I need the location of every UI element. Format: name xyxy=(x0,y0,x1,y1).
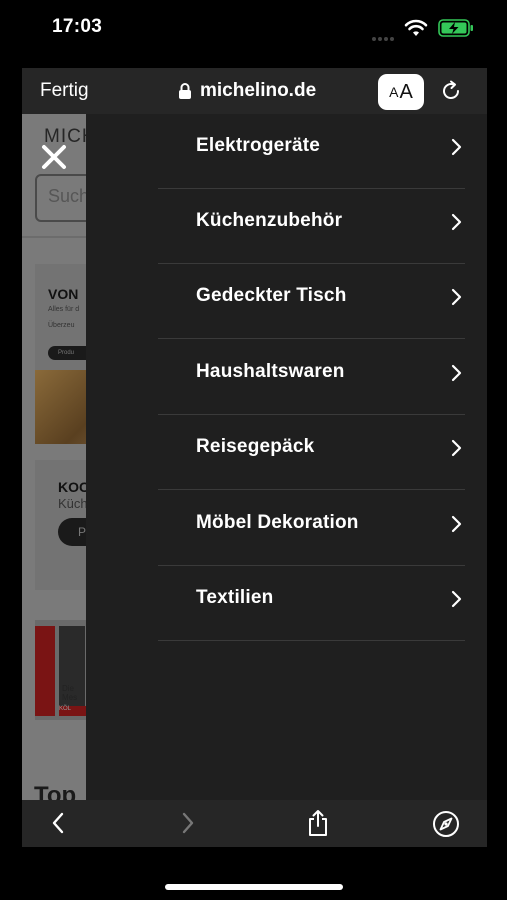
promo-card-text: Überzeu xyxy=(48,322,75,329)
forward-arrow-icon[interactable] xyxy=(180,811,196,840)
promo-card-text: Alles für d xyxy=(48,306,80,313)
menu-item-label: Reisegepäck xyxy=(196,436,315,457)
menu-item-label: Möbel Dekoration xyxy=(196,512,359,533)
compass-icon[interactable] xyxy=(432,810,460,843)
reader-options-button[interactable]: AA xyxy=(378,74,424,110)
done-button[interactable]: Fertig xyxy=(40,80,89,102)
menu-item-moebel-dekoration[interactable]: Möbel Dekoration xyxy=(158,491,465,566)
promo-banner-text: Die Mes xyxy=(62,684,78,702)
aa-large-letter: A xyxy=(399,80,413,103)
promo-banner-bar: KÖL xyxy=(59,706,89,716)
home-indicator[interactable] xyxy=(165,884,343,890)
wifi-icon xyxy=(404,19,428,42)
menu-item-haushaltswaren[interactable]: Haushaltswaren xyxy=(158,340,465,415)
reload-icon[interactable] xyxy=(440,80,462,107)
share-icon[interactable] xyxy=(305,809,331,842)
section-heading: Top xyxy=(34,782,77,800)
back-arrow-icon[interactable] xyxy=(50,811,66,840)
site-search-placeholder: Such xyxy=(48,186,90,206)
chevron-right-icon xyxy=(451,515,463,538)
browser-top-bar: Fertig michelino.de AA xyxy=(22,68,487,114)
promo-banner-graphic xyxy=(59,626,85,716)
menu-item-textilien[interactable]: Textilien xyxy=(158,566,465,641)
browser-bottom-toolbar xyxy=(22,800,487,847)
aa-small-letter: A xyxy=(389,84,399,100)
chevron-right-icon xyxy=(451,439,463,462)
menu-item-reisegepaeck[interactable]: Reisegepäck xyxy=(158,415,465,490)
menu-item-gedeckter-tisch[interactable]: Gedeckter Tisch xyxy=(158,264,465,339)
promo-card-text: Küch xyxy=(58,496,88,511)
close-icon[interactable] xyxy=(40,143,68,176)
menu-item-label: Elektrogeräte xyxy=(196,135,321,156)
promo-banner-graphic xyxy=(35,626,55,716)
menu-item-elektrogeraete[interactable]: Elektrogeräte xyxy=(158,114,465,189)
promo-card-title: VON xyxy=(48,286,79,302)
chevron-right-icon xyxy=(451,590,463,613)
menu-item-label: Textilien xyxy=(196,587,274,608)
url-display[interactable]: michelino.de xyxy=(200,80,316,102)
menu-item-label: Küchenzubehör xyxy=(196,210,343,231)
menu-item-label: Haushaltswaren xyxy=(196,361,345,382)
promo-card-title: KOC xyxy=(58,479,90,495)
chevron-right-icon xyxy=(451,213,463,236)
chevron-right-icon xyxy=(451,138,463,161)
category-menu: Elektrogeräte Küchenzubehör Gedeckter Ti… xyxy=(86,114,487,800)
menu-item-kuechenzubehoer[interactable]: Küchenzubehör xyxy=(158,189,465,264)
lock-icon xyxy=(178,82,192,105)
chevron-right-icon xyxy=(451,364,463,387)
menu-item-label: Gedeckter Tisch xyxy=(196,285,347,306)
chevron-right-icon xyxy=(451,288,463,311)
status-time: 17:03 xyxy=(52,16,103,37)
cellular-signal-icon xyxy=(372,28,396,46)
battery-charging-icon xyxy=(438,19,474,42)
